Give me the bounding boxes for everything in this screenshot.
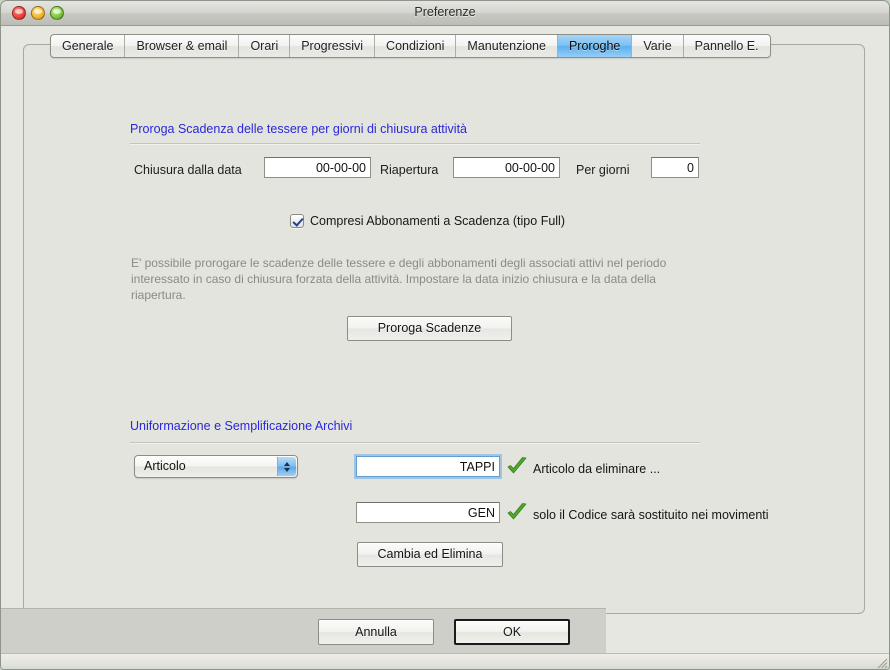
proroga-scadenze-button[interactable]: Proroga Scadenze (347, 316, 512, 341)
section-proroga-title: Proroga Scadenza delle tessere per giorn… (130, 122, 467, 136)
entity-type-select-value: Articolo (144, 459, 186, 473)
window-titlebar: Preferenze (1, 1, 889, 26)
tab-proroghe[interactable]: Proroghe (557, 35, 633, 57)
tab-pannello-e[interactable]: Pannello E. (684, 35, 770, 57)
proroga-help-text: E' possibile prorogare le scadenze delle… (131, 256, 667, 302)
section-proroga-divider (130, 143, 700, 145)
target-code-input[interactable] (356, 502, 500, 523)
source-code-input[interactable] (356, 456, 500, 477)
cancel-button[interactable]: Annulla (318, 619, 434, 645)
tab-manutenzione[interactable]: Manutenzione (456, 35, 558, 57)
window-title: Preferenze (414, 5, 476, 19)
green-check-icon-row2 (507, 503, 527, 520)
include-full-subscriptions-checkbox[interactable] (290, 214, 304, 228)
preferences-window: Preferenze Proroga Scadenza delle tesser… (0, 0, 890, 670)
tab-progressivi[interactable]: Progressivi (290, 35, 376, 57)
include-full-subscriptions-label: Compresi Abbonamenti a Scadenza (tipo Fu… (310, 214, 565, 228)
tab-orari[interactable]: Orari (239, 35, 291, 57)
days-input[interactable] (651, 157, 699, 178)
tab-condizioni[interactable]: Condizioni (375, 35, 457, 57)
closure-date-label: Chiusura dalla data (134, 163, 242, 177)
closure-date-input[interactable] (264, 157, 371, 178)
cambia-ed-elimina-button[interactable]: Cambia ed Elimina (357, 542, 503, 567)
include-full-subscriptions-checkbox-row[interactable]: Compresi Abbonamenti a Scadenza (tipo Fu… (290, 214, 565, 228)
ok-button[interactable]: OK (454, 619, 570, 645)
tab-bar: Generale Browser & email Orari Progressi… (50, 34, 771, 58)
days-label: Per giorni (576, 163, 630, 177)
tab-browser-email[interactable]: Browser & email (125, 35, 240, 57)
source-code-note: Articolo da eliminare ... (533, 462, 661, 476)
chevron-updown-icon[interactable] (277, 457, 296, 476)
section-archivi-title: Uniformazione e Semplificazione Archivi (130, 419, 353, 433)
resize-grip-icon[interactable] (875, 656, 888, 669)
tab-panel: Proroga Scadenza delle tessere per giorn… (23, 44, 865, 614)
tab-varie[interactable]: Varie (632, 35, 684, 57)
reopen-date-input[interactable] (453, 157, 560, 178)
entity-type-select[interactable]: Articolo (134, 455, 298, 478)
target-code-note: solo il Codice sarà sostituito nei movim… (533, 508, 769, 522)
tab-generale[interactable]: Generale (51, 35, 126, 57)
window-bottom-strip (1, 653, 889, 669)
reopen-date-label: Riapertura (380, 163, 439, 177)
section-archivi-divider (130, 442, 700, 444)
window-body: Proroga Scadenza delle tessere per giorn… (1, 26, 889, 669)
green-check-icon-row1 (507, 457, 527, 474)
